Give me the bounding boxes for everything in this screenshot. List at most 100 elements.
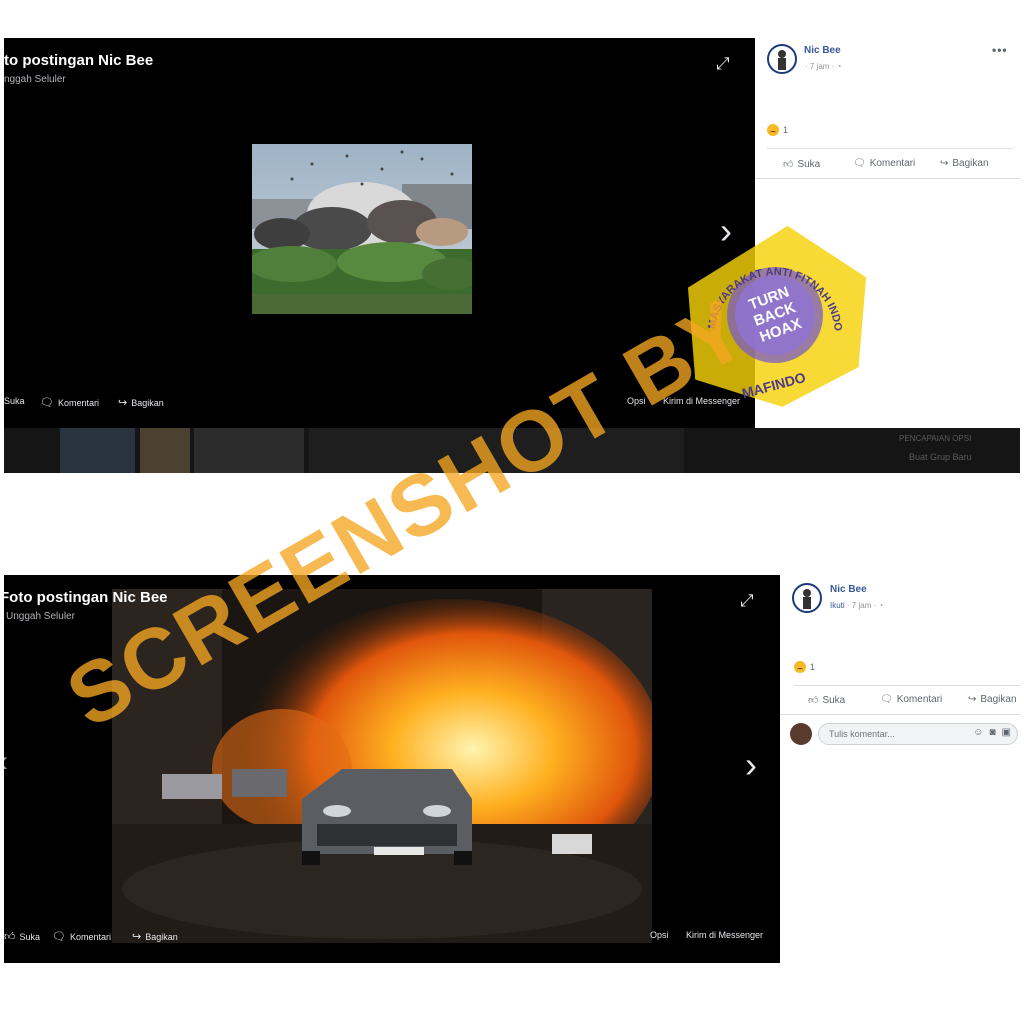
post-sidebar: Nic Bee Ikuti · 7 jam · ◔ 1 👍︎ Suka 🗨 Ko… xyxy=(780,575,1020,963)
burning-car-photo[interactable] xyxy=(112,589,652,943)
reaction-summary[interactable]: 1 xyxy=(794,661,815,673)
send-messenger-button[interactable]: Kirim di Messenger xyxy=(663,396,740,406)
person-silhouette-icon xyxy=(803,589,811,609)
speech-bubble-icon: 🗨 xyxy=(52,931,66,943)
comment-input[interactable] xyxy=(829,729,939,739)
like-button[interactable]: 👍︎ Suka xyxy=(783,158,821,171)
viewer-comment-button[interactable]: 🗨 Komentari xyxy=(52,930,111,943)
thumbnail[interactable] xyxy=(194,428,304,473)
viewer-share-button[interactable]: ↪ Bagikan xyxy=(132,930,178,943)
reaction-count: 1 xyxy=(783,125,789,135)
comment-button[interactable]: 🗨 Komentari xyxy=(880,694,942,705)
more-dots-icon[interactable]: ••• xyxy=(992,43,1008,57)
share-label: Bagikan xyxy=(952,158,989,169)
author-name[interactable]: Nic Bee xyxy=(830,584,867,595)
sidebar-hint-title: PENCAPAIAN OPSI xyxy=(899,434,972,443)
chevron-right-icon[interactable]: › xyxy=(720,213,732,249)
share-arrow-icon: ↪ xyxy=(118,397,128,409)
person-silhouette-icon xyxy=(778,50,786,70)
options-label: Opsi xyxy=(650,930,669,940)
thumbnail[interactable] xyxy=(140,428,190,473)
expand-icon[interactable]: ⤢ xyxy=(740,591,754,611)
viewer-like-button[interactable]: Suka xyxy=(4,396,25,406)
like-label: Suka xyxy=(822,694,846,706)
speech-bubble-icon: 🗨 xyxy=(40,397,54,409)
viewer-like-button[interactable]: 👍︎ Suka xyxy=(4,930,40,943)
comment-button[interactable]: 🗨 Komentari xyxy=(853,158,915,169)
like-label: Suka xyxy=(797,158,821,170)
post-meta: Ikuti · 7 jam · ◔ xyxy=(830,601,883,610)
share-arrow-icon: ↪ xyxy=(132,931,142,943)
post-time: · 7 jam · ◔ xyxy=(805,62,841,71)
expand-icon[interactable]: ⤢ xyxy=(716,54,730,74)
comment-tools: ☺ ◙ ▣ xyxy=(973,727,1011,738)
post-sidebar: Nic Bee · 7 jam · ◔ ••• 1 👍︎ Suka 🗨 Kome… xyxy=(755,38,1020,428)
follow-link[interactable]: Ikuti xyxy=(830,601,845,610)
commenter-avatar xyxy=(790,723,812,745)
chevron-left-icon[interactable]: ‹ xyxy=(4,747,8,777)
thumbs-up-icon: 👍︎ xyxy=(4,931,16,943)
create-group-link[interactable]: Buat Grup Baru xyxy=(909,452,972,462)
viewer-share-label: Bagikan xyxy=(131,397,164,408)
explosion-photo[interactable] xyxy=(252,144,472,314)
viewer-like-label: Suka xyxy=(19,931,41,942)
options-button[interactable]: Opsi xyxy=(627,396,646,406)
share-label: Bagikan xyxy=(980,694,1017,705)
emoji-icon[interactable]: ☺ xyxy=(973,727,983,738)
send-messenger-label: Kirim di Messenger xyxy=(686,930,764,940)
comment-label: Komentari xyxy=(869,158,916,169)
speech-bubble-icon: 🗨 xyxy=(880,694,893,705)
share-arrow-icon: ↪ xyxy=(968,694,977,705)
sad-reaction-icon xyxy=(767,124,779,136)
reaction-summary[interactable]: 1 xyxy=(767,124,788,136)
share-button[interactable]: ↪ Bagikan xyxy=(968,694,1017,705)
divider xyxy=(767,148,1012,149)
viewer-comment-button[interactable]: 🗨 Komentari xyxy=(40,396,99,409)
share-button[interactable]: ↪ Bagikan xyxy=(940,158,989,169)
comment-field[interactable]: ☺ ◙ ▣ xyxy=(818,723,1018,745)
divider xyxy=(794,685,1020,686)
speech-bubble-icon: 🗨 xyxy=(853,158,866,169)
thumbnail[interactable] xyxy=(60,428,135,473)
gif-icon[interactable]: ▣ xyxy=(1002,727,1011,738)
avatar[interactable] xyxy=(792,583,822,613)
comment-label: Komentari xyxy=(896,694,943,705)
thumbs-up-icon: 👍︎ xyxy=(783,159,794,170)
viewer-action-bar: 👍︎ Suka 🗨 Komentari ↪ Bagikan Opsi Kirim… xyxy=(4,930,780,946)
viewer-like-label: Suka xyxy=(4,396,25,406)
facebook-photo-viewer-1: to postingan Nic Bee nggah Seluler ⤢ › S… xyxy=(4,38,1020,473)
send-messenger-button[interactable]: Kirim di Messenger xyxy=(686,930,763,940)
photo-strip: PENCAPAIAN OPSI Buat Grup Baru xyxy=(4,428,1020,473)
viewer-comment-label: Komentari xyxy=(57,397,99,408)
sad-reaction-icon xyxy=(794,661,806,673)
viewer-share-button[interactable]: ↪ Bagikan xyxy=(118,396,164,409)
photo-viewer: to postingan Nic Bee nggah Seluler ⤢ › S… xyxy=(4,38,755,428)
share-arrow-icon: ↪ xyxy=(940,158,949,169)
chevron-right-icon[interactable]: › xyxy=(745,747,757,783)
like-button[interactable]: 👍︎ Suka xyxy=(808,694,846,707)
divider xyxy=(780,714,1020,715)
send-messenger-label: Kirim di Messenger xyxy=(663,396,741,406)
photo-subtitle: Unggah Seluler xyxy=(6,611,75,622)
globe-icon: ◔ xyxy=(836,62,842,71)
thumbs-up-icon: 👍︎ xyxy=(808,695,819,706)
photo-subtitle: nggah Seluler xyxy=(4,74,66,85)
thumbnail[interactable] xyxy=(309,428,684,473)
globe-icon: ◔ xyxy=(878,601,884,610)
author-name[interactable]: Nic Bee xyxy=(804,45,841,56)
divider xyxy=(755,178,1020,179)
facebook-photo-viewer-2: Foto postingan Nic Bee Unggah Seluler ⤢ … xyxy=(4,575,1020,965)
post-time-text: · 7 jam · xyxy=(805,62,835,71)
viewer-share-label: Bagikan xyxy=(145,931,178,942)
viewer-action-bar: Suka 🗨 Komentari ↪ Bagikan Opsi Kirim di… xyxy=(4,396,755,412)
post-time-text: · 7 jam · xyxy=(846,601,877,610)
camera-icon[interactable]: ◙ xyxy=(990,727,996,738)
photo-viewer: Foto postingan Nic Bee Unggah Seluler ⤢ … xyxy=(4,575,780,963)
viewer-comment-label: Komentari xyxy=(69,931,111,942)
options-label: Opsi xyxy=(627,396,646,406)
photo-title: Foto postingan Nic Bee xyxy=(4,589,168,606)
avatar[interactable] xyxy=(767,44,797,74)
photo-title: to postingan Nic Bee xyxy=(4,52,154,69)
options-button[interactable]: Opsi xyxy=(650,930,669,940)
reaction-count: 1 xyxy=(810,662,816,672)
